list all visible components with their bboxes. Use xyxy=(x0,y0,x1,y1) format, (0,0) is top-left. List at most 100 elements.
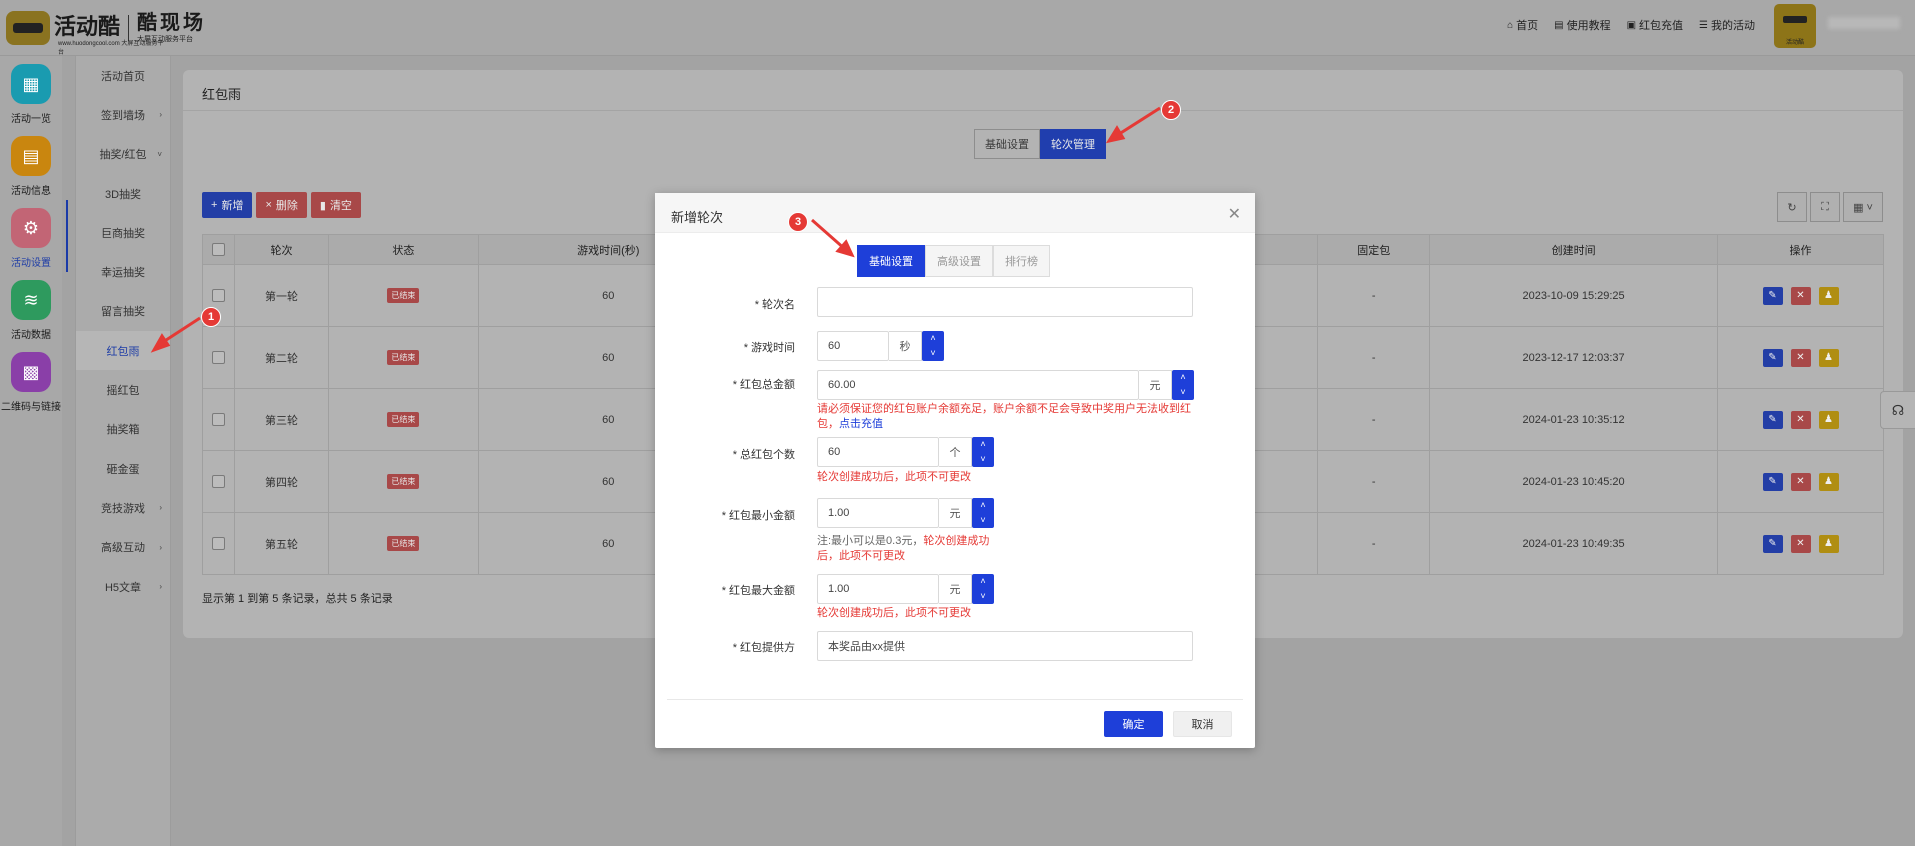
sidebar-item-info[interactable]: ▤ 活动信息 xyxy=(0,128,62,200)
modal-tab-advanced[interactable]: 高级设置 xyxy=(925,245,993,277)
delete-icon[interactable]: ✕ xyxy=(1790,410,1811,429)
tab-basic-settings[interactable]: 基础设置 xyxy=(974,129,1040,159)
row-select-cell[interactable] xyxy=(202,326,235,389)
edit-icon[interactable]: ✎ xyxy=(1762,472,1783,491)
submenu-item[interactable]: 摇红包 xyxy=(76,370,170,409)
nav-recharge[interactable]: ▣ 红包充值 xyxy=(1627,17,1683,33)
clear-button[interactable]: ▮ 清空 xyxy=(310,192,361,218)
modal-tab-basic[interactable]: 基础设置 xyxy=(857,245,925,277)
tab-round-management[interactable]: 轮次管理 xyxy=(1040,129,1106,159)
logo[interactable]: 活动酷 www.huodongcool.com 大屏互动服务平台 酷现场 大屏互… xyxy=(6,6,206,56)
delete-icon[interactable]: ✕ xyxy=(1790,534,1811,553)
readonly-note: 轮次创建成功后，此项不可更改 xyxy=(817,607,971,619)
max-amount-stepper[interactable]: ˄ ˅ xyxy=(972,574,994,604)
game-time-stepper[interactable]: ˄ ˅ xyxy=(922,331,944,361)
unit-label: 秒 xyxy=(889,331,922,361)
top-nav: ⌂ 首页 ▤ 使用教程 ▣ 红包充值 ☰ 我的活动 xyxy=(1507,17,1755,33)
select-all-cell[interactable] xyxy=(202,234,235,265)
submenu-item[interactable]: 巨商抽奖 xyxy=(76,213,170,252)
game-time-input[interactable]: 60 xyxy=(817,331,889,361)
close-icon[interactable]: ✕ xyxy=(1228,204,1241,224)
status-cell: 已结束 xyxy=(327,388,479,451)
row-select-cell[interactable] xyxy=(202,512,235,575)
modal-tab-ranking[interactable]: 排行榜 xyxy=(993,245,1050,277)
user-icon[interactable]: ♟ xyxy=(1818,286,1839,305)
created-cell: 2023-12-17 12:03:37 xyxy=(1429,326,1719,389)
edit-icon[interactable]: ✎ xyxy=(1762,534,1783,553)
submenu-item[interactable]: H5文章 › xyxy=(76,567,170,606)
trash-icon: ▮ xyxy=(319,199,326,212)
chevron-right-icon: › xyxy=(159,110,162,120)
top-header: 活动酷 www.huodongcool.com 大屏互动服务平台 酷现场 大屏互… xyxy=(0,0,1915,56)
max-amount-input[interactable]: 1.00 xyxy=(817,574,939,604)
wallet-icon: ▣ xyxy=(1626,19,1637,31)
sidebar-item-settings[interactable]: ⚙ 活动设置 xyxy=(0,200,62,272)
sidebar-item-qrcode[interactable]: ▩ 二维码与链接 xyxy=(0,344,62,416)
customer-service-icon[interactable]: ☊ xyxy=(1880,391,1915,429)
total-amount-stepper[interactable]: ˄ ˅ xyxy=(1172,370,1194,400)
min-amount-stepper[interactable]: ˄ ˅ xyxy=(972,498,994,528)
submenu-item[interactable]: 幸运抽奖 xyxy=(76,252,170,291)
button-label: 清空 xyxy=(329,200,352,212)
columns-icon[interactable]: ▦ ˅ xyxy=(1843,192,1883,222)
grid-icon: ▦ xyxy=(11,64,51,104)
recharge-link[interactable]: 点击充值 xyxy=(839,418,883,430)
user-icon[interactable]: ♟ xyxy=(1818,472,1839,491)
nav-tutorial[interactable]: ▤ 使用教程 xyxy=(1554,17,1610,33)
button-label: 删除 xyxy=(275,200,298,212)
total-amount-input[interactable]: 60.00 xyxy=(817,370,1139,400)
submenu-item[interactable]: 活动首页 xyxy=(76,56,170,95)
delete-icon[interactable]: ✕ xyxy=(1790,472,1811,491)
round-name-input[interactable] xyxy=(817,287,1193,317)
submenu-item-redpacket-rain[interactable]: 红包雨 xyxy=(76,331,170,371)
username-blurred[interactable] xyxy=(1828,17,1900,29)
total-count-input[interactable]: 60 xyxy=(817,437,939,467)
total-count-stepper[interactable]: ˄ ˅ xyxy=(972,437,994,467)
min-amount-input[interactable]: 1.00 xyxy=(817,498,939,528)
row-checkbox[interactable] xyxy=(211,537,225,550)
user-icon[interactable]: ♟ xyxy=(1818,348,1839,367)
avatar[interactable]: 活动酷 xyxy=(1774,4,1816,48)
nav-home[interactable]: ⌂ 首页 xyxy=(1507,17,1538,33)
submenu-item[interactable]: 抽奖箱 xyxy=(76,410,170,449)
nav-my-activity[interactable]: ☰ 我的活动 xyxy=(1699,17,1755,33)
refresh-icon[interactable]: ↻ xyxy=(1777,192,1807,222)
sidebar-item-data[interactable]: ≋ 活动数据 xyxy=(0,272,62,344)
user-icon[interactable]: ♟ xyxy=(1818,534,1839,553)
delete-button[interactable]: × 删除 xyxy=(256,192,307,218)
row-select-cell[interactable] xyxy=(202,450,235,513)
select-all-checkbox[interactable] xyxy=(211,243,225,256)
user-icon[interactable]: ♟ xyxy=(1818,410,1839,429)
delete-icon[interactable]: ✕ xyxy=(1790,286,1811,305)
submenu-item[interactable]: 高级互动 › xyxy=(76,528,170,567)
icon-sidebar: ▦ 活动一览 ▤ 活动信息 ⚙ 活动设置 ≋ 活动数据 ▩ 二维码与链接 xyxy=(0,56,62,846)
confirm-button[interactable]: 确定 xyxy=(1104,711,1163,737)
row-checkbox[interactable] xyxy=(211,289,225,302)
submenu-label: 抽奖箱 xyxy=(106,424,140,437)
submenu-item[interactable]: 竞技游戏 › xyxy=(76,488,170,527)
row-checkbox[interactable] xyxy=(211,413,225,426)
delete-icon[interactable]: ✕ xyxy=(1790,348,1811,367)
row-select-cell[interactable] xyxy=(202,388,235,451)
col-header: 固定包 xyxy=(1317,234,1431,265)
edit-icon[interactable]: ✎ xyxy=(1762,286,1783,305)
row-checkbox[interactable] xyxy=(211,475,225,488)
fullscreen-icon[interactable]: ⛶ xyxy=(1810,192,1840,222)
add-button[interactable]: + 新增 xyxy=(202,192,253,218)
edit-icon[interactable]: ✎ xyxy=(1762,348,1783,367)
cancel-button[interactable]: 取消 xyxy=(1173,711,1232,737)
sidebar-item-overview[interactable]: ▦ 活动一览 xyxy=(0,56,62,128)
submenu-item[interactable]: 砸金蛋 xyxy=(76,449,170,488)
chevron-right-icon: › xyxy=(159,542,162,552)
status-badge: 已结束 xyxy=(387,350,420,365)
submenu-item[interactable]: 留言抽奖 xyxy=(76,292,170,331)
submenu-item[interactable]: 签到墙场 › xyxy=(76,95,170,134)
round-cell: 第一轮 xyxy=(233,264,329,327)
submenu-item[interactable]: 抽奖/红包 ˅ xyxy=(76,135,170,174)
submenu-item[interactable]: 3D抽奖 xyxy=(76,174,170,213)
field-label: * 红包最小金额 xyxy=(721,510,795,522)
avatar-text: 活动酷 xyxy=(1785,40,1804,46)
edit-icon[interactable]: ✎ xyxy=(1762,410,1783,429)
row-checkbox[interactable] xyxy=(211,351,225,364)
provider-input[interactable]: 本奖品由xx提供 xyxy=(817,631,1193,661)
